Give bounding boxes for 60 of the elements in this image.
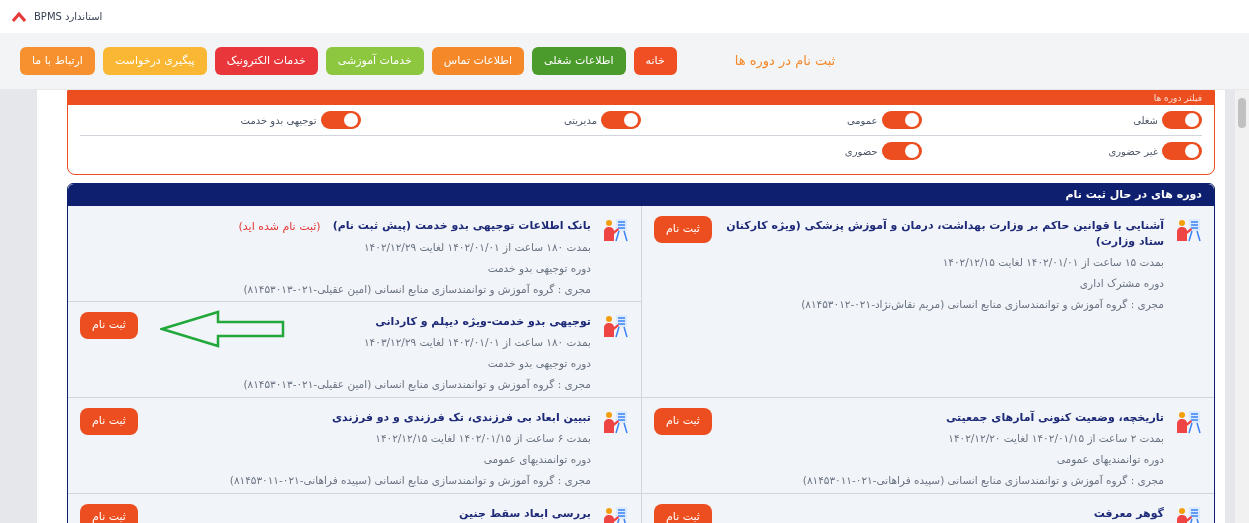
register-button[interactable]: ثبت نام (654, 504, 712, 523)
course-title: توجیهی بدو خدمت-ویژه دیپلم و کاردانی (375, 314, 591, 330)
course-executor: مجری : گروه آموزش و توانمندسازی منابع انسانی (مریم نقاش‌نژاد-۰۲۱-۸۱۴۵۳۰۱۲) (800, 296, 1164, 313)
toggle-switch[interactable] (1162, 111, 1202, 129)
filter-label: مدیریتی (563, 113, 597, 128)
section-title: دوره های در حال ثبت نام (1065, 186, 1202, 203)
course-executor: مجری : گروه آموزش و توانمندسازی منابع انسانی (امین عقیلی-۰۲۱-۸۱۴۵۳۰۱۳) (242, 281, 591, 298)
register-button[interactable]: ثبت نام (80, 504, 138, 523)
course-category: دوره توجیهی بدو خدمت (486, 355, 591, 372)
registered-note: (ثبت نام شده اید) (238, 219, 321, 235)
course-title: آشنایی با قوانین حاکم بر وزارت بهداشت، درمان و آموزش پزشکی (ویژه کارکنان ستاد وزارت) (725, 218, 1164, 250)
nav-button[interactable]: خدمات الکترونیک (214, 46, 318, 76)
teacher-board-icon (603, 506, 629, 523)
filter-title: فیلتر دوره ها (1153, 92, 1202, 104)
filter-label: شغلی (1133, 113, 1158, 128)
nav-button[interactable]: خانه (633, 46, 677, 76)
filter-label: غیر حضوری (1108, 144, 1158, 159)
register-button[interactable]: ثبت نام (80, 408, 138, 435)
filter-label: حضوری (844, 144, 878, 159)
course-title: بانک اطلاعات توجیهی بدو خدمت (پیش ثبت نام) (332, 218, 591, 234)
page-title: ثبت نام در دوره ها (734, 52, 836, 71)
logo-icon (12, 11, 26, 22)
teacher-board-icon (603, 218, 629, 242)
toggle-switch[interactable] (881, 142, 922, 160)
nav-button[interactable]: اطلاعات شغلی (532, 46, 626, 76)
register-button[interactable]: ثبت نام (80, 312, 138, 339)
course-duration: بمدت ۱۸۰ ساعت از ۱۴۰۲/۰۱/۰۱ لغایت ۱۴۰۳/۱۲/۲۹ (363, 335, 591, 351)
course-category: دوره توانمندیهای عمومی (1055, 451, 1164, 468)
course-title: گوهر معرفت (1093, 506, 1164, 522)
filter-label: عمومی (846, 113, 878, 128)
filter-label: توجیهی بدو خدمت (240, 113, 317, 128)
course-category: دوره توجیهی بدو خدمت (486, 260, 591, 277)
course-duration: بمدت ۲ ساعت از ۱۴۰۲/۰۱/۱۵ لغایت ۱۴۰۲/۱۲/۲۰ (947, 431, 1164, 447)
course-duration: بمدت ۱۸۰ ساعت از ۱۴۰۲/۰۱/۰۱ لغایت ۱۴۰۲/۱۲/۲۹ (363, 240, 591, 256)
scrollbar-thumb[interactable] (1238, 98, 1246, 128)
course-executor: مجری : گروه آموزش و توانمندسازی منابع انسانی (سپیده فراهانی-۰۲۱-۸۱۴۵۳۰۱۱) (228, 472, 591, 489)
course-executor: مجری : گروه آموزش و توانمندسازی منابع انسانی (امین عقیلی-۰۲۱-۸۱۴۵۳۰۱۳) (242, 376, 591, 393)
course-duration: بمدت ۶ ساعت از ۱۴۰۲/۰۱/۱۵ لغایت ۱۴۰۲/۱۲/۱۵ (374, 431, 591, 447)
course-title: تاریخچه، وضعیت کنونی آمارهای جمعیتی (945, 410, 1164, 426)
register-button[interactable]: ثبت نام (654, 408, 712, 435)
register-button[interactable]: ثبت نام (654, 216, 712, 243)
course-title: تبیین ابعاد بی فرزندی، تک فرزندی و دو فرزندی (332, 410, 591, 426)
toggle-switch[interactable] (1162, 142, 1202, 160)
course-executor: مجری : گروه آموزش و توانمندسازی منابع انسانی (سپیده فراهانی-۰۲۱-۸۱۴۵۳۰۱۱) (801, 472, 1164, 489)
toggle-switch[interactable] (601, 111, 641, 129)
teacher-board-icon (1176, 506, 1202, 523)
teacher-board-icon (603, 314, 629, 338)
course-title: بررسی ابعاد سقط جنین (459, 506, 591, 522)
toggle-switch[interactable] (881, 111, 922, 129)
teacher-board-icon (603, 410, 629, 434)
course-duration: بمدت ۱۵ ساعت از ۱۴۰۲/۰۱/۰۱ لغایت ۱۴۰۲/۱۲/۱۵ (941, 255, 1164, 271)
nav-button[interactable]: خدمات آموزشی (325, 46, 424, 76)
nav-button[interactable]: اطلاعات تماس (431, 46, 525, 76)
window-title: استاندارد BPMS (34, 10, 103, 24)
course-category: دوره مشترک اداری (1078, 275, 1164, 292)
teacher-board-icon (1176, 218, 1202, 242)
course-category: دوره توانمندیهای عمومی (482, 451, 591, 468)
teacher-board-icon (1176, 410, 1202, 434)
nav-button[interactable]: ارتباط با ما (20, 46, 95, 76)
toggle-switch[interactable] (320, 111, 361, 129)
